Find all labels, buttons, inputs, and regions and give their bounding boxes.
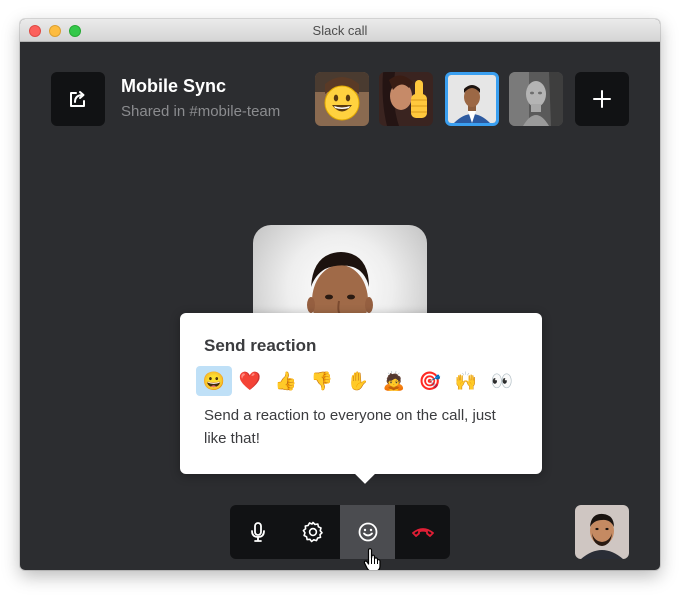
reaction-thumbs-down-button[interactable]: 👎: [304, 366, 340, 396]
plus-icon: [593, 90, 611, 108]
send-reaction-popover: Send reaction 😀 ❤️ 👍 👎 ✋ 🙇 🎯 🙌 👀 Send a …: [180, 313, 542, 484]
reaction-thumbs-up-button[interactable]: 👍: [268, 366, 304, 396]
participant-avatar-4[interactable]: [509, 72, 563, 126]
smiley-icon: [358, 522, 377, 542]
avatar-photo: [448, 75, 496, 123]
call-content: Mobile Sync Shared in #mobile-team Send …: [20, 42, 660, 570]
popover-description: Send a reaction to everyone on the call,…: [204, 407, 496, 447]
title-bar: Slack call: [20, 19, 660, 42]
microphone-icon: [250, 522, 265, 542]
participant-avatar-3[interactable]: [445, 72, 499, 126]
reaction-red-heart-button[interactable]: ❤️: [232, 366, 268, 396]
reaction-eyes-button[interactable]: 👀: [484, 366, 520, 396]
settings-button[interactable]: [285, 505, 340, 559]
microphone-button[interactable]: [230, 505, 285, 559]
popover-title: Send reaction: [204, 336, 317, 355]
reaction-grinning-face-button[interactable]: 😀: [196, 366, 232, 396]
phone-hangup-icon: [411, 528, 434, 537]
avatar-photo: [315, 72, 369, 126]
call-channel-subtitle: Shared in #mobile-team: [121, 103, 281, 120]
reaction-person-bowing-button[interactable]: 🙇: [376, 366, 412, 396]
participant-avatar-2[interactable]: [379, 72, 433, 126]
reaction-emoji-list: 😀 ❤️ 👍 👎 ✋ 🙇 🎯 🙌 👀: [196, 366, 520, 396]
avatar-photo: [379, 72, 433, 126]
call-controls-bar: [230, 505, 450, 559]
gear-icon: [302, 521, 323, 543]
call-title: Mobile Sync: [121, 76, 227, 96]
window-title: Slack call: [312, 23, 368, 38]
avatar-photo: [509, 72, 563, 126]
reaction-raised-hand-button[interactable]: ✋: [340, 366, 376, 396]
hand-cursor-icon: [363, 548, 381, 570]
share-icon: [70, 91, 85, 107]
share-button[interactable]: [51, 72, 105, 126]
reaction-raising-hands-button[interactable]: 🙌: [448, 366, 484, 396]
reaction-direct-hit-button[interactable]: 🎯: [412, 366, 448, 396]
self-view-photo: [575, 505, 629, 559]
add-participant-button[interactable]: [575, 72, 629, 126]
self-view-video: [575, 505, 629, 559]
hang-up-button[interactable]: [395, 505, 450, 559]
participant-avatar-1[interactable]: [315, 72, 369, 126]
call-window: Slack call Mobile Sync Shared in #mobile…: [20, 19, 660, 570]
popover-arrow: [355, 464, 375, 484]
